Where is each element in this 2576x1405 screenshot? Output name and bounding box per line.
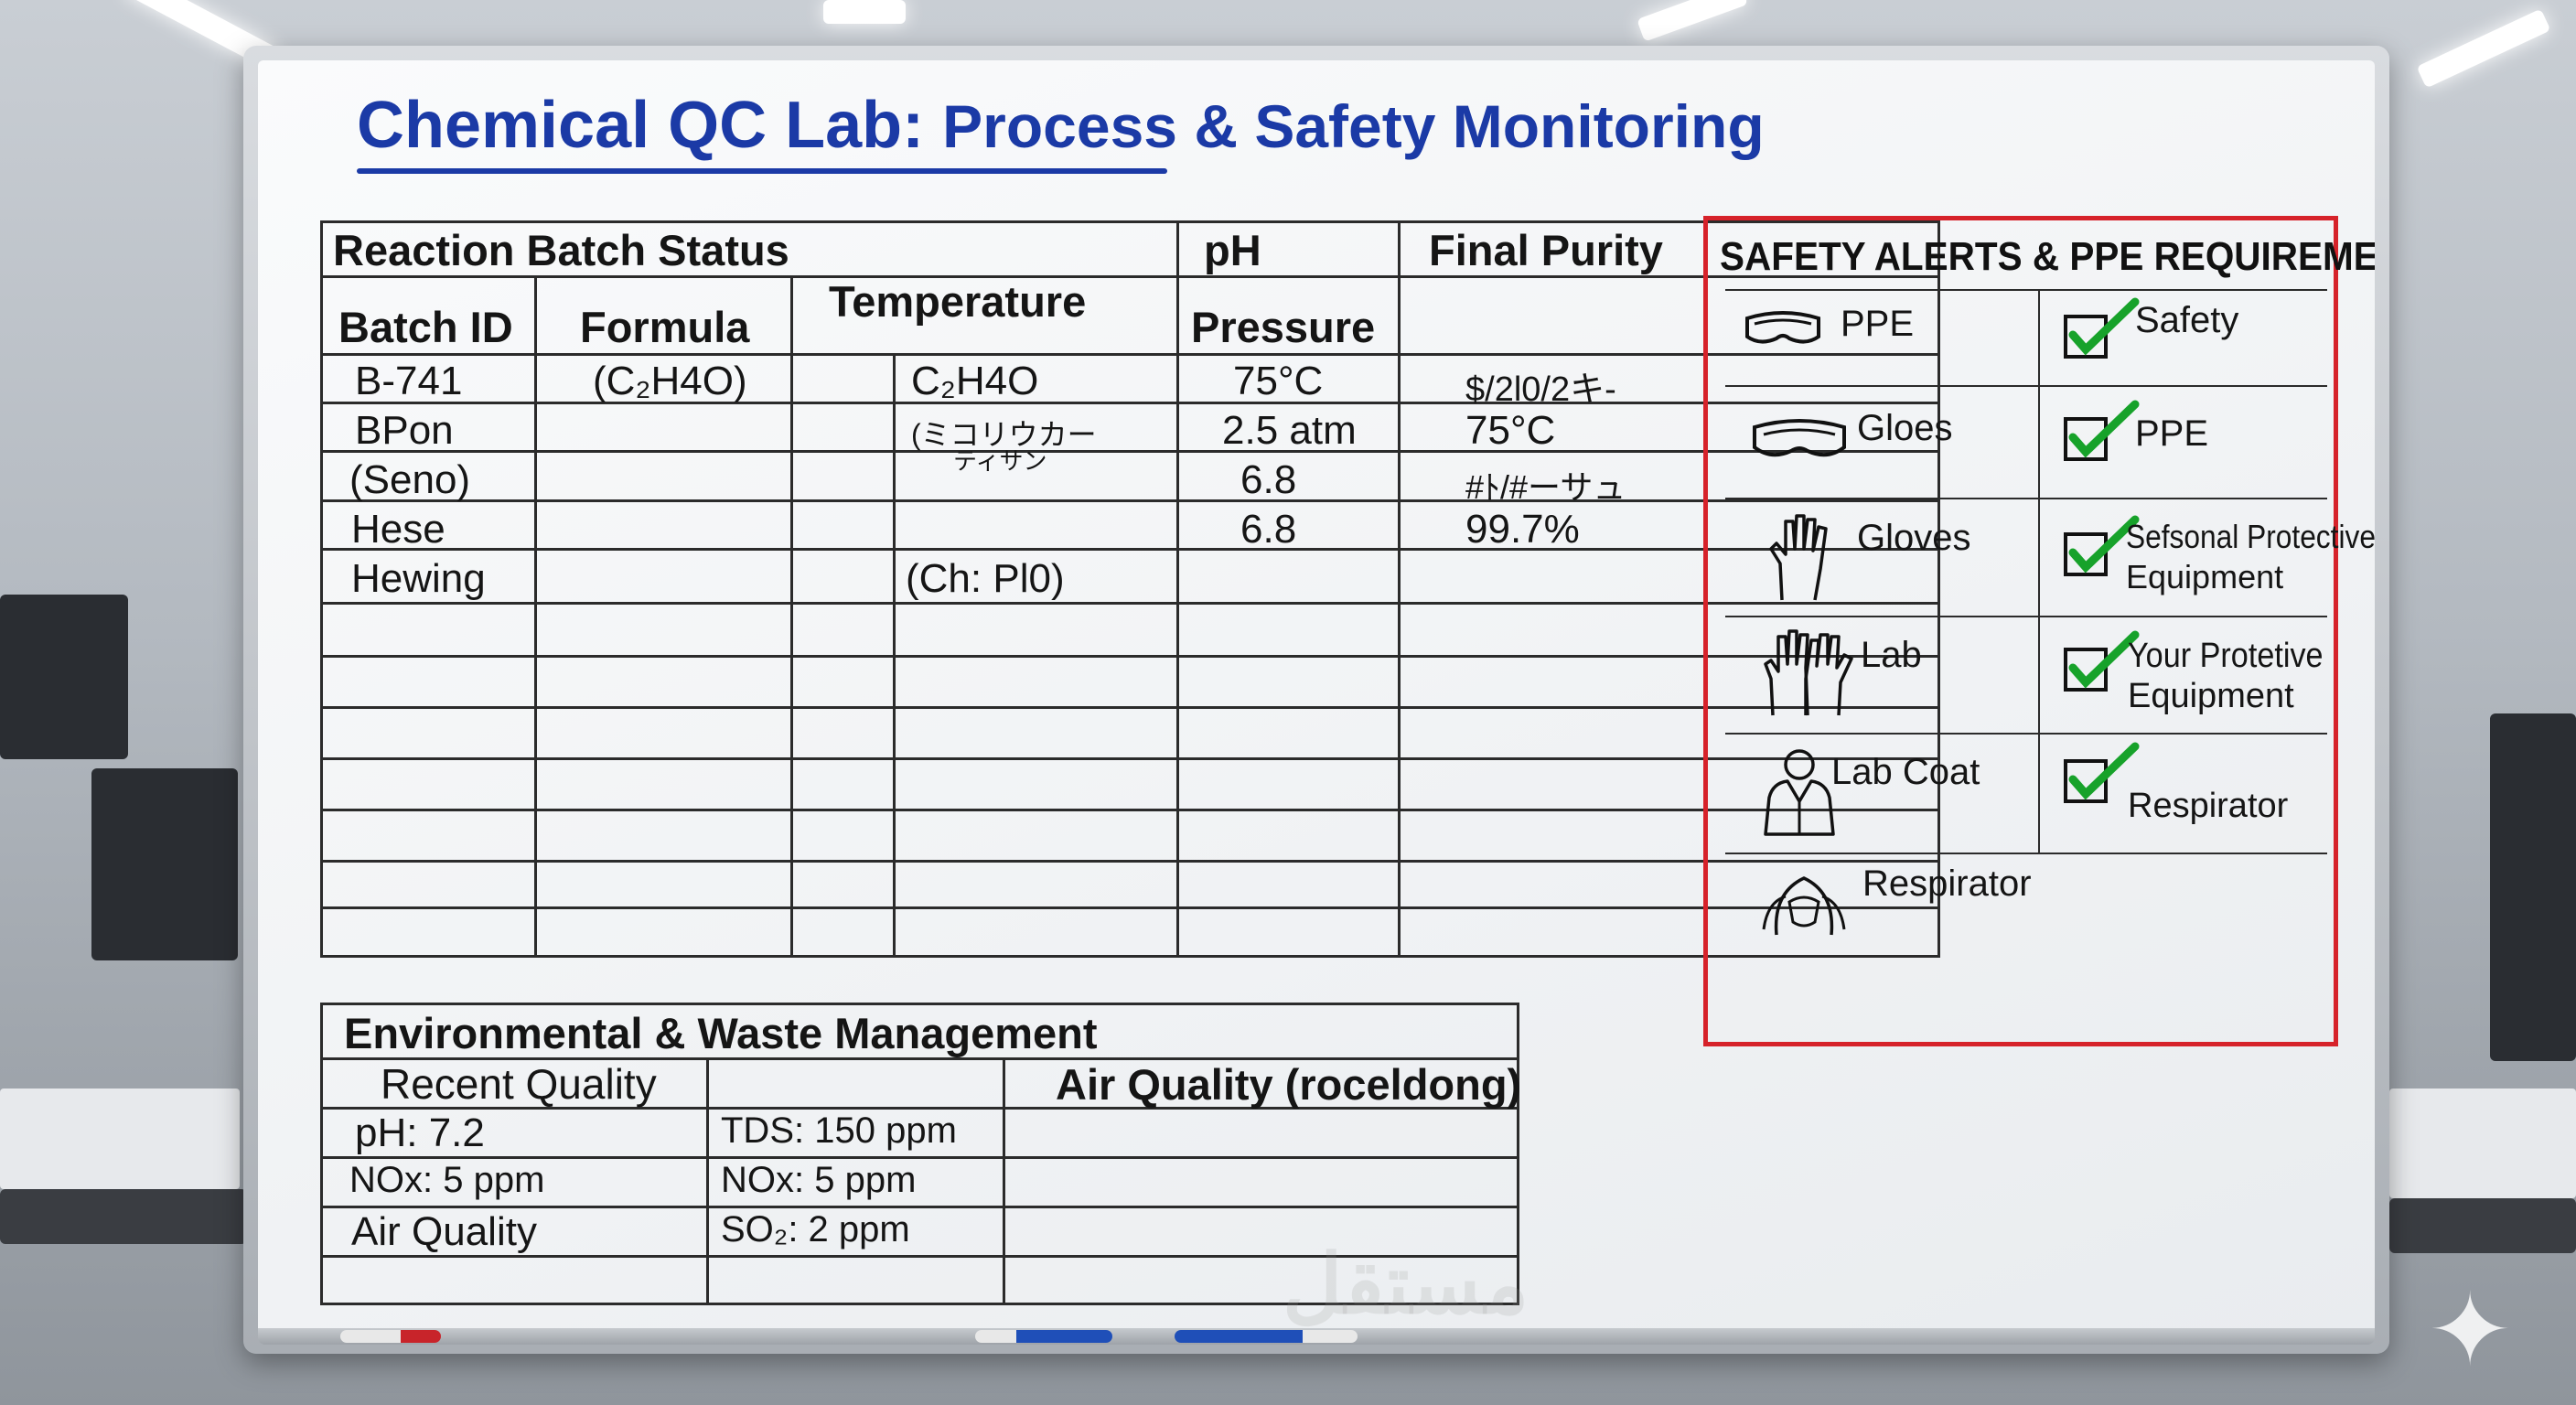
title-sub: Process & Safety Monitoring	[942, 92, 1765, 160]
ppe-label: Gloves	[1857, 518, 1971, 558]
ceiling-light	[2416, 8, 2551, 89]
env-cell: TDS: 150 ppm	[721, 1110, 957, 1151]
background-bench	[0, 1189, 247, 1244]
marker[interactable]	[1175, 1330, 1358, 1343]
marker[interactable]	[340, 1330, 441, 1343]
ppe-label: Lab Coat	[1831, 752, 1980, 792]
header-pressure: Pressure	[1191, 303, 1376, 351]
env-cell: SO₂: 2 ppm	[721, 1209, 910, 1249]
gloves-pair-icon	[1764, 629, 1853, 716]
batch-id-cell: Hese	[351, 507, 445, 552]
lab-coat-icon	[1764, 749, 1835, 836]
requirement-label: Safety	[2135, 300, 2239, 340]
env-cell: pH: 7.2	[355, 1110, 485, 1155]
temperature-cell: (Ch: Pl0)	[906, 556, 1065, 601]
env-section-title: Environmental & Waste Management	[344, 1009, 1098, 1057]
requirement-label: Respirator	[2128, 787, 2289, 825]
marker[interactable]	[975, 1330, 1112, 1343]
ph-cell: 2.5 atm	[1222, 408, 1357, 453]
goggles-icon	[1745, 311, 1820, 344]
requirement-label: Sefsonal Protective	[2126, 518, 2375, 555]
background-instrument	[2389, 1089, 2576, 1198]
background-monitor	[2490, 713, 2576, 1061]
ph-cell: 6.8	[1240, 507, 1297, 552]
ppe-label: Gloes	[1857, 408, 1953, 448]
background-bench	[2389, 1198, 2576, 1253]
ppe-label: Lab	[1861, 635, 1922, 675]
ph-cell: 75°C	[1233, 359, 1324, 403]
header-temperature: Temperature	[829, 277, 1087, 326]
requirement-label-line2: Equipment	[2126, 558, 2284, 595]
title-underline	[357, 168, 1167, 174]
ceiling-light	[1637, 0, 1748, 42]
batch-section-title: Reaction Batch Status	[333, 226, 789, 274]
whiteboard: Chemical QC Lab: Process & Safety Monito…	[258, 60, 2375, 1334]
purity-cell: #ﾄ/#ーサュ	[1465, 468, 1626, 506]
background-monitor	[91, 768, 238, 960]
goggles-icon	[1753, 419, 1846, 457]
purity-cell: 75°C	[1465, 408, 1556, 453]
batch-id-cell: BPon	[355, 408, 454, 453]
requirement-label-line2: Equipment	[2128, 677, 2294, 715]
purity-cell: $/2l0/2キ-	[1465, 370, 1616, 409]
batch-id-cell: (Seno)	[349, 457, 471, 502]
requirement-label: Your Protetive	[2128, 637, 2324, 675]
header-final-purity: Final Purity	[1429, 226, 1663, 274]
safety-title: SAFETY ALERTS & PPE REQUIREMENTS	[1720, 234, 2375, 279]
formula-cell: (C₂H4O)	[593, 359, 747, 403]
board-title: Chemical QC Lab: Process & Safety Monito…	[357, 88, 1765, 163]
background-monitor	[0, 595, 128, 759]
temperature-cell: C₂H4O	[911, 359, 1039, 403]
header-batch-id: Batch ID	[338, 303, 513, 351]
background-instrument	[0, 1089, 240, 1189]
batch-id-cell: Hewing	[351, 556, 486, 601]
glove-icon	[1769, 514, 1828, 601]
ppe-label: Respirator	[1862, 863, 2032, 904]
env-cell: NOx: 5 ppm	[349, 1160, 545, 1200]
env-cell: NOx: 5 ppm	[721, 1160, 917, 1200]
env-header-air-quality: Air Quality (roceldong)	[1056, 1060, 1522, 1109]
header-ph: pH	[1204, 226, 1261, 274]
requirement-label: PPE	[2135, 413, 2209, 454]
title-main: Chemical QC Lab:	[357, 89, 925, 162]
respirator-icon	[1762, 876, 1846, 936]
checkbox-checked-icon	[2064, 297, 2140, 359]
env-cell: Air Quality	[351, 1209, 537, 1254]
ppe-label: PPE	[1841, 304, 1915, 344]
sparkle-icon: ✦	[2428, 1274, 2513, 1387]
ceiling-light	[823, 0, 906, 24]
ph-cell: 6.8	[1240, 457, 1297, 502]
batch-id-cell: B-741	[355, 359, 463, 403]
env-header-recent-quality: Recent Quality	[381, 1060, 657, 1108]
header-formula: Formula	[580, 303, 750, 351]
checkbox-checked-icon	[2064, 400, 2140, 461]
temperature-cell-line2: ティサン	[953, 447, 1047, 475]
watermark-logo: مستقل	[1283, 1239, 1530, 1331]
purity-cell: 99.7%	[1465, 507, 1580, 552]
